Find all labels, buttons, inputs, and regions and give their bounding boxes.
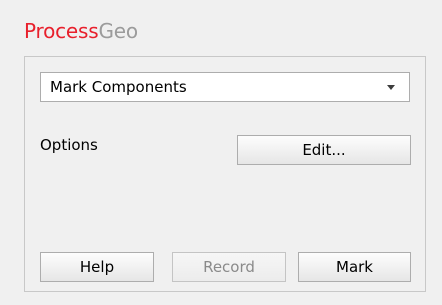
record-button[interactable]: Record [172,252,286,282]
options-label: Options [40,136,98,154]
dropdown-selected-value: Mark Components [50,78,187,96]
edit-button[interactable]: Edit... [237,135,411,165]
app-title-brand: Process [24,19,99,43]
app-title-suffix: Geo [98,19,138,43]
help-button[interactable]: Help [40,252,154,282]
chevron-down-icon [387,85,395,90]
app-title: ProcessGeo [24,19,138,43]
mark-button[interactable]: Mark [298,252,411,282]
main-panel: Mark Components Options Edit... Help Rec… [24,56,426,292]
mode-dropdown[interactable]: Mark Components [40,72,410,102]
